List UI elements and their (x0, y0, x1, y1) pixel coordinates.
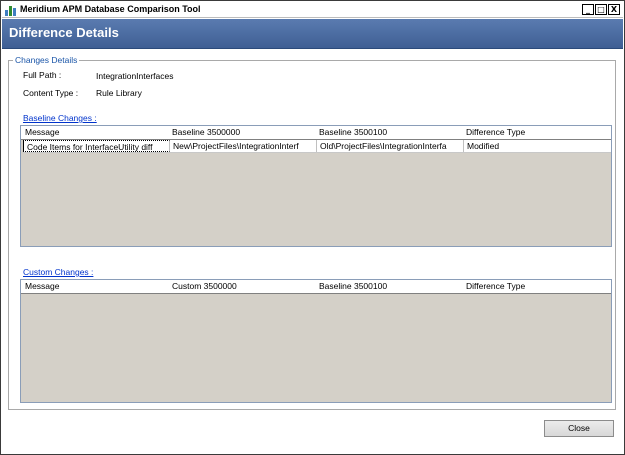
table-cell-baseline-3500100[interactable]: Old\ProjectFiles\IntegrationInterfa (317, 140, 464, 152)
content-type-label: Content Type : (23, 88, 79, 98)
column-header-baseline-3500000[interactable]: Baseline 3500000 (168, 126, 315, 139)
full-path-label: Full Path : (23, 70, 62, 80)
window-title: Meridium APM Database Comparison Tool (20, 4, 201, 14)
column-header-message[interactable]: Message (21, 280, 168, 293)
minimize-icon[interactable]: _ (582, 4, 594, 15)
close-icon[interactable]: X (608, 4, 620, 15)
table-row[interactable]: Code Items for InterfaceUtility diff New… (23, 140, 611, 153)
app-chart-icon (5, 4, 17, 16)
group-legend: Changes Details (13, 55, 80, 65)
full-path-value: IntegrationInterfaces (96, 71, 174, 81)
page-header: Difference Details (2, 19, 623, 49)
changes-details-group: Changes Details Full Path : IntegrationI… (8, 55, 616, 410)
column-header-baseline-3500100[interactable]: Baseline 3500100 (315, 280, 462, 293)
title-bar[interactable]: Meridium APM Database Comparison Tool _ … (2, 2, 623, 18)
grid-header: Message Custom 3500000 Baseline 3500100 … (21, 280, 611, 294)
column-header-difference-type[interactable]: Difference Type (462, 126, 611, 139)
window-controls: _ □ X (582, 4, 620, 15)
table-cell-message[interactable]: Code Items for InterfaceUtility diff (23, 140, 170, 152)
custom-changes-grid[interactable]: Message Custom 3500000 Baseline 3500100 … (20, 279, 612, 403)
page-title: Difference Details (9, 25, 119, 40)
table-cell-difference-type[interactable]: Modified (464, 140, 611, 152)
column-header-baseline-3500100[interactable]: Baseline 3500100 (315, 126, 462, 139)
custom-changes-link[interactable]: Custom Changes : (23, 267, 93, 277)
column-header-difference-type[interactable]: Difference Type (462, 280, 611, 293)
baseline-changes-grid[interactable]: Message Baseline 3500000 Baseline 350010… (20, 125, 612, 247)
close-button[interactable]: Close (544, 420, 614, 437)
app-window: Meridium APM Database Comparison Tool _ … (0, 0, 625, 455)
maximize-icon[interactable]: □ (595, 4, 607, 15)
content-type-value: Rule Library (96, 88, 142, 98)
column-header-message[interactable]: Message (21, 126, 168, 139)
grid-header: Message Baseline 3500000 Baseline 350010… (21, 126, 611, 140)
baseline-changes-link[interactable]: Baseline Changes : (23, 113, 97, 123)
table-cell-baseline-3500000[interactable]: New\ProjectFiles\IntegrationInterf (170, 140, 317, 152)
column-header-custom-3500000[interactable]: Custom 3500000 (168, 280, 315, 293)
